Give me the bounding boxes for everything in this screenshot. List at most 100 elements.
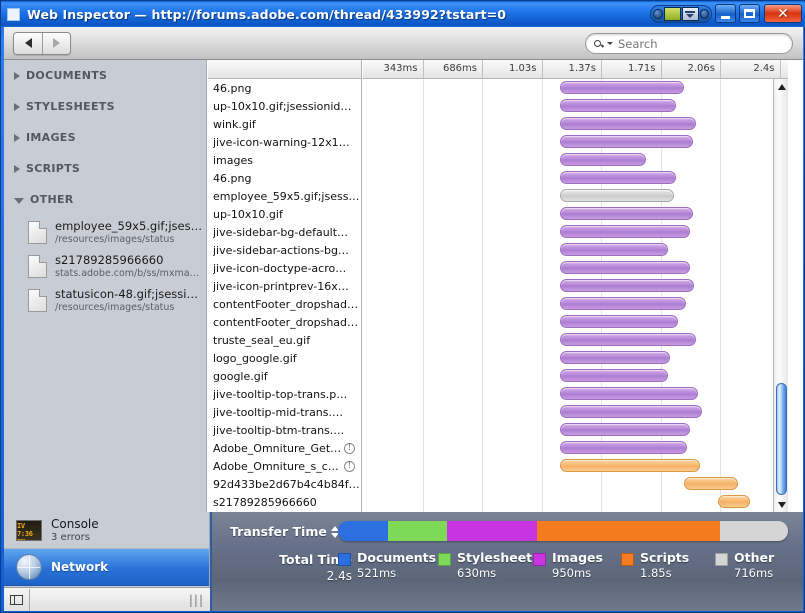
warning-exclamation-icon[interactable]: ! bbox=[344, 442, 355, 454]
warning-badge-icon: WARNING IV 7:36 PM bbox=[16, 519, 42, 541]
summary-legend: Documents 521ms Stylesheets 630ms Images 950m… bbox=[338, 550, 798, 580]
toggle-drawer-button[interactable] bbox=[4, 588, 30, 611]
table-row[interactable]: up-10x10.gif;jsessionid… bbox=[208, 97, 361, 115]
timeline-bar[interactable] bbox=[560, 333, 696, 346]
timeline-bar[interactable] bbox=[560, 81, 684, 94]
table-row[interactable]: 92d433be2d67b4c4b84f… bbox=[208, 475, 361, 493]
timeline-bar[interactable] bbox=[560, 153, 646, 166]
timeline-vertical-scrollbar[interactable] bbox=[773, 79, 788, 512]
timeline-bar[interactable] bbox=[684, 477, 738, 490]
timeline-bar[interactable] bbox=[560, 441, 687, 454]
sidebar-group-images[interactable]: IMAGES bbox=[4, 122, 206, 153]
table-row[interactable]: jive-tooltip-btm-trans.… bbox=[208, 421, 361, 439]
chevron-right-icon bbox=[53, 38, 60, 48]
close-button[interactable]: ✕ bbox=[764, 4, 802, 23]
table-row[interactable]: contentFooter_dropshad… bbox=[208, 313, 361, 331]
timeline-bar[interactable] bbox=[560, 315, 678, 328]
sidebar-group-label: OTHER bbox=[30, 193, 74, 206]
timeline-bar[interactable] bbox=[560, 369, 668, 382]
scrollbar-thumb[interactable] bbox=[776, 383, 787, 495]
panel-item-network[interactable]: Network bbox=[4, 549, 209, 586]
legend-swatch-icon bbox=[438, 553, 451, 566]
sidebar-group-stylesheets[interactable]: STYLESHEETS bbox=[4, 91, 206, 122]
sidebar-resource-item[interactable]: statusicon-48.gif;jsessi…/resources/imag… bbox=[4, 283, 206, 317]
resource-name: 46.png bbox=[213, 171, 252, 185]
forward-button[interactable] bbox=[42, 32, 70, 54]
search-icon[interactable] bbox=[594, 40, 613, 48]
table-row[interactable]: s21789285966660 bbox=[208, 493, 361, 511]
table-row[interactable]: jive-sidebar-actions-bg… bbox=[208, 241, 361, 259]
timeline-ruler: 343ms 686ms 1.03s 1.37s 1.71s 2.06s 2.4s bbox=[363, 60, 788, 79]
timeline-bar[interactable] bbox=[560, 99, 676, 112]
search-field[interactable] bbox=[585, 33, 793, 54]
table-row[interactable]: 46.png bbox=[208, 79, 361, 97]
timeline-bar[interactable] bbox=[560, 351, 670, 364]
table-row[interactable]: logo_google.gif bbox=[208, 349, 361, 367]
timeline-bar[interactable] bbox=[560, 387, 698, 400]
resource-name: contentFooter_dropshad… bbox=[213, 297, 359, 311]
warning-exclamation-icon[interactable]: ! bbox=[344, 460, 355, 472]
table-row[interactable]: truste_seal_eu.gif bbox=[208, 331, 361, 349]
window-title: Web Inspector — http://forums.adobe.com/… bbox=[27, 6, 507, 22]
table-row[interactable]: up-10x10.gif bbox=[208, 205, 361, 223]
scroll-down-arrow-icon[interactable] bbox=[774, 497, 788, 512]
table-row[interactable]: jive-icon-printprev-16x… bbox=[208, 277, 361, 295]
panel-item-console[interactable]: WARNING IV 7:36 PM Console 3 errors bbox=[4, 512, 209, 549]
chevron-right-icon bbox=[14, 133, 20, 142]
timeline-bar[interactable] bbox=[560, 279, 694, 292]
app-icon bbox=[7, 7, 20, 21]
search-input[interactable] bbox=[618, 36, 768, 51]
table-row[interactable]: jive-sidebar-bg-default… bbox=[208, 223, 361, 241]
timeline-bar[interactable] bbox=[560, 189, 674, 202]
timeline-bar[interactable] bbox=[560, 297, 686, 310]
minimize-button[interactable] bbox=[715, 4, 736, 23]
timeline-bar[interactable] bbox=[560, 261, 690, 274]
table-row[interactable]: jive-icon-warning-12x1… bbox=[208, 133, 361, 151]
resource-name: jive-tooltip-btm-trans.… bbox=[213, 423, 345, 437]
sidebar-resource-item[interactable]: employee_59x5.gif;jses…/resources/images… bbox=[4, 215, 206, 249]
table-row[interactable]: employee_59x5.gif;jsess… bbox=[208, 187, 361, 205]
timeline-bar[interactable] bbox=[560, 405, 702, 418]
document-icon bbox=[28, 220, 47, 244]
transfer-time-selector[interactable]: Transfer Time bbox=[230, 524, 339, 539]
table-row[interactable]: Adobe_Omniture_s_c…! bbox=[208, 457, 361, 475]
resource-name: 46.png bbox=[213, 81, 252, 95]
sidebar-group-documents[interactable]: DOCUMENTS bbox=[4, 60, 206, 91]
timeline-bar[interactable] bbox=[560, 459, 700, 472]
resource-sidebar[interactable]: DOCUMENTS STYLESHEETS IMAGES SCRIPTS OTHER em… bbox=[4, 60, 207, 512]
table-row[interactable]: jive-icon-doctype-acro… bbox=[208, 259, 361, 277]
table-row[interactable]: 46.png bbox=[208, 169, 361, 187]
maximize-button[interactable] bbox=[739, 4, 760, 23]
sidebar-group-other[interactable]: OTHER bbox=[4, 184, 206, 215]
table-row[interactable]: images bbox=[208, 151, 361, 169]
legend-item-documents: Documents 521ms bbox=[338, 550, 438, 580]
table-row[interactable]: contentFooter_dropshad… bbox=[208, 295, 361, 313]
table-row[interactable]: wink.gif bbox=[208, 115, 361, 133]
table-row[interactable]: jive-tooltip-mid-trans.… bbox=[208, 403, 361, 421]
timeline-tick-divider bbox=[482, 60, 483, 79]
dock-toggle-icon[interactable] bbox=[681, 7, 699, 21]
resource-name: contentFooter_dropshad… bbox=[213, 315, 359, 329]
table-row[interactable]: google.gif bbox=[208, 367, 361, 385]
back-button[interactable] bbox=[14, 32, 42, 54]
sidebar-group-scripts[interactable]: SCRIPTS bbox=[4, 153, 206, 184]
titlebar-toolbar[interactable] bbox=[650, 5, 712, 23]
timeline-bar[interactable] bbox=[718, 495, 750, 508]
timeline-bar[interactable] bbox=[560, 225, 690, 238]
timeline-bar[interactable] bbox=[560, 117, 696, 130]
timeline-bar[interactable] bbox=[560, 243, 668, 256]
navigation-group bbox=[13, 31, 71, 55]
timeline-bar[interactable] bbox=[560, 135, 693, 148]
table-row[interactable]: Adobe_Omniture_Get…! bbox=[208, 439, 361, 457]
resize-grip-icon[interactable]: ||| bbox=[189, 593, 204, 607]
table-row[interactable]: jive-tooltip-top-trans.p… bbox=[208, 385, 361, 403]
timeline-bar[interactable] bbox=[560, 423, 690, 436]
timeline-bar[interactable] bbox=[560, 207, 693, 220]
web-inspector-window: Web Inspector — http://forums.adobe.com/… bbox=[0, 0, 805, 613]
inspector-green-icon[interactable] bbox=[663, 7, 681, 21]
sidebar-resource-item[interactable]: s21789285966660 stats.adobe.com/b/ss/mxma… bbox=[4, 249, 206, 283]
resource-name-column[interactable]: 46.png up-10x10.gif;jsessionid… wink.gif ji… bbox=[208, 60, 362, 512]
timeline-bar[interactable] bbox=[560, 171, 676, 184]
timeline-graph[interactable]: 343ms 686ms 1.03s 1.37s 1.71s 2.06s 2.4s bbox=[363, 60, 788, 512]
scroll-up-arrow-icon[interactable] bbox=[774, 79, 788, 94]
